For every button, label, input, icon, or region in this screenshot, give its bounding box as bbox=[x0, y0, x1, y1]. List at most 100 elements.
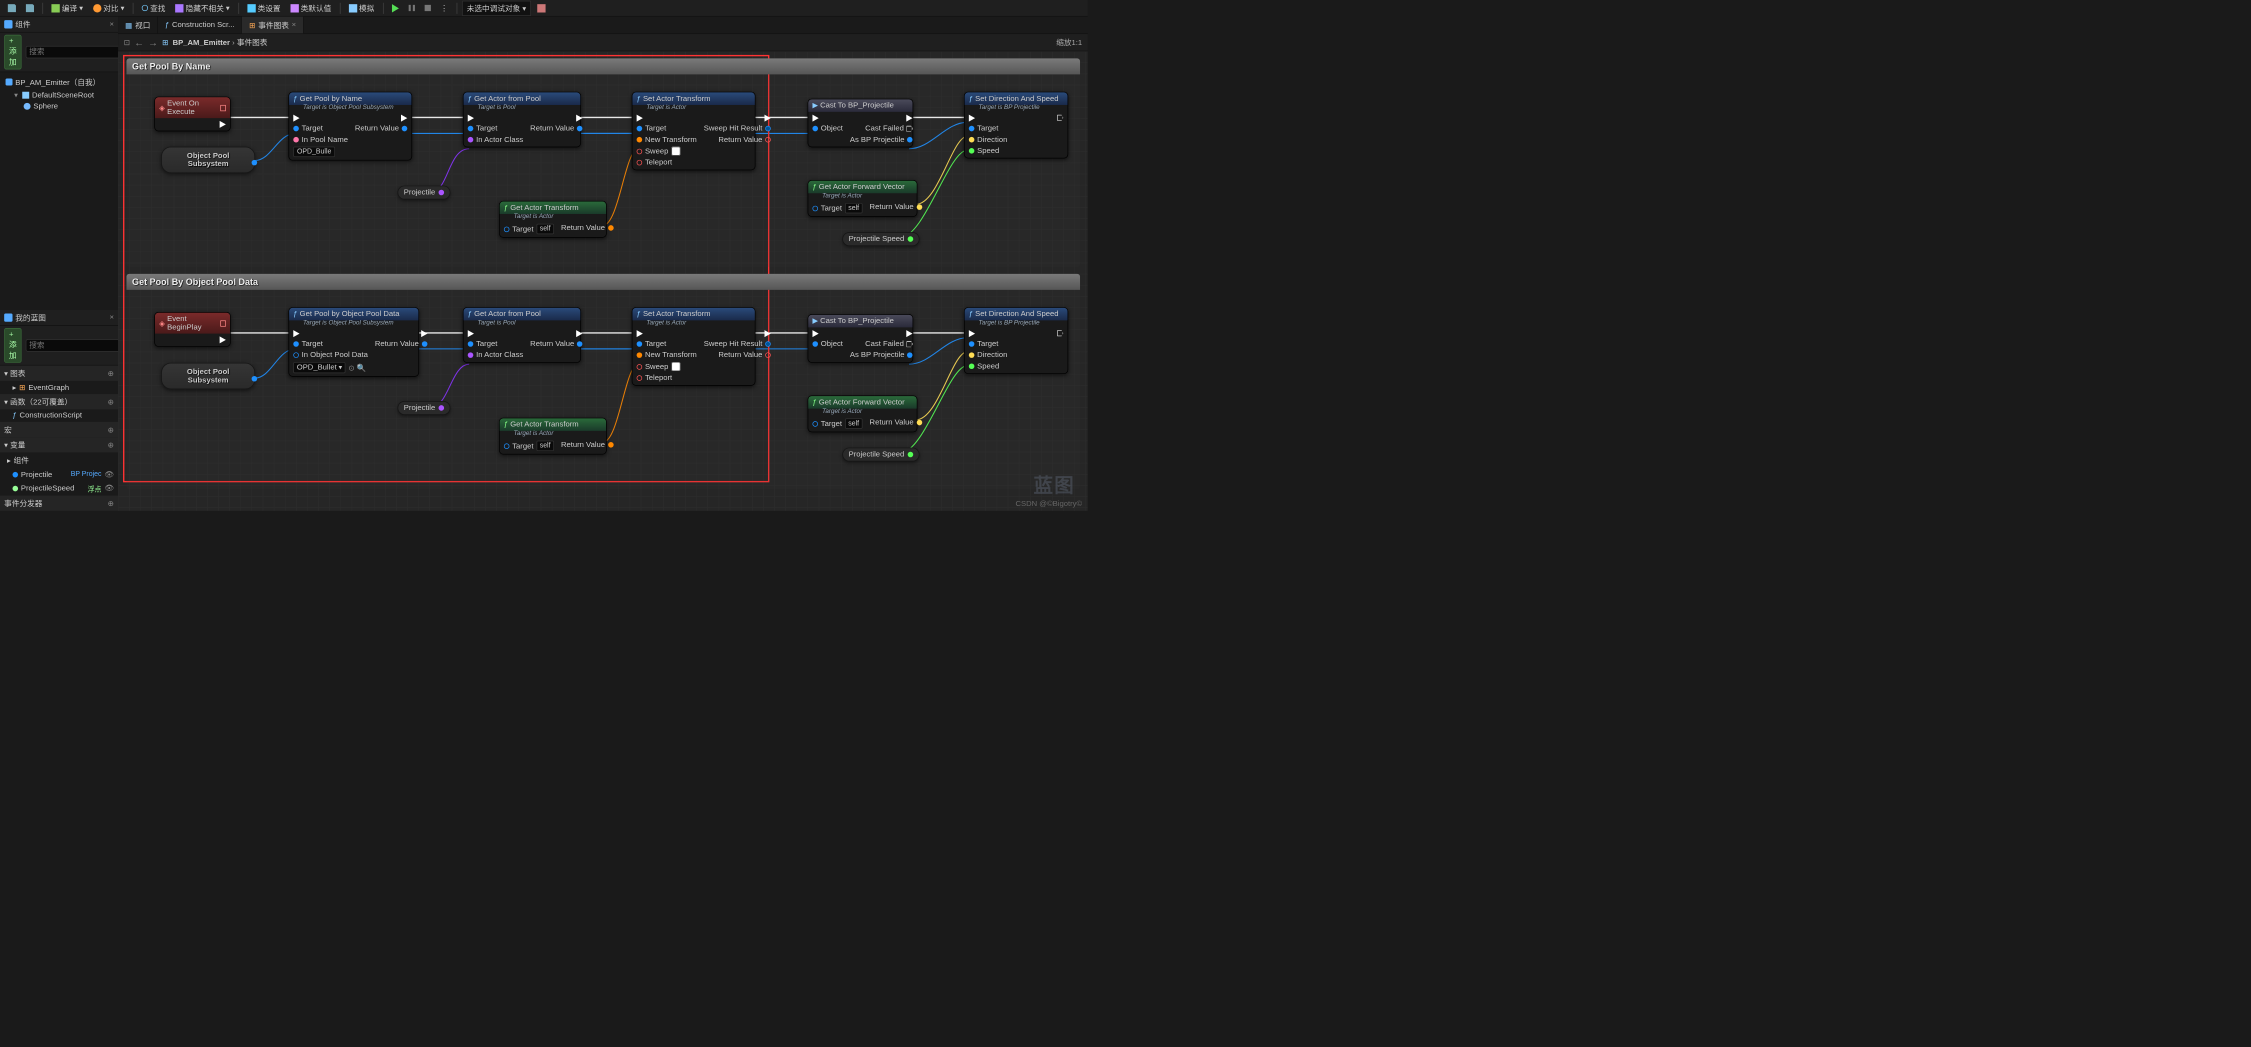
teleport-pin[interactable]: Teleport bbox=[637, 158, 697, 166]
output-pin[interactable] bbox=[439, 190, 445, 196]
exec-in-pin[interactable] bbox=[468, 330, 524, 337]
variable-projectilespeed[interactable]: ProjectileSpeed浮点👁 bbox=[0, 481, 118, 496]
eye-icon[interactable]: 👁 bbox=[104, 484, 114, 493]
compile-button[interactable]: 编译 ▾ bbox=[48, 1, 87, 15]
exec-out-pin[interactable] bbox=[220, 121, 226, 128]
comment-section-2[interactable]: Get Pool By Object Pool Data bbox=[126, 274, 1080, 489]
return-pin[interactable]: Return Value bbox=[870, 203, 922, 211]
class-settings-button[interactable]: 类设置 bbox=[244, 1, 284, 15]
exec-in-pin[interactable] bbox=[468, 115, 524, 122]
object-pin[interactable]: Object bbox=[812, 124, 842, 132]
node-get-forward-vector-2[interactable]: ƒGet Actor Forward VectorTarget is Actor… bbox=[808, 395, 918, 432]
node-projectile-speed-var-2[interactable]: Projectile Speed bbox=[842, 448, 919, 462]
variables-category[interactable]: ▾ 变量⊕ bbox=[0, 437, 118, 452]
node-projectile-var-2[interactable]: Projectile bbox=[398, 401, 451, 415]
direction-pin[interactable]: Direction bbox=[969, 351, 1008, 359]
tab-construction-script[interactable]: ƒConstruction Scr... bbox=[158, 17, 242, 34]
event-toggle[interactable] bbox=[220, 320, 226, 326]
actor-class-pin[interactable]: In Actor Class bbox=[468, 351, 524, 359]
mybp-search-input[interactable] bbox=[26, 339, 132, 352]
hide-unrelated-button[interactable]: 隐藏不相关 ▾ bbox=[172, 1, 234, 15]
target-pin[interactable]: Target bbox=[969, 340, 1008, 348]
focus-button[interactable]: ⊡ bbox=[124, 38, 130, 47]
exec-out-pin[interactable] bbox=[704, 115, 771, 122]
exec-in-pin[interactable] bbox=[637, 330, 697, 337]
exec-out-pin[interactable] bbox=[530, 115, 582, 122]
target-pin[interactable]: Target bbox=[293, 340, 368, 348]
exec-out-pin[interactable] bbox=[530, 330, 582, 337]
node-set-direction-speed-2[interactable]: ƒSet Direction And SpeedTarget is BP Pro… bbox=[964, 307, 1068, 374]
hit-result-pin[interactable]: Sweep Hit Result bbox=[704, 340, 771, 348]
pool-data-pin[interactable]: In Object Pool Data bbox=[293, 351, 368, 359]
new-transform-pin[interactable]: New Transform bbox=[637, 351, 697, 359]
exec-in-pin[interactable] bbox=[293, 330, 368, 337]
target-pin[interactable]: Targetself bbox=[812, 418, 862, 428]
breadcrumb[interactable]: BP_AM_Emitter › 事件图表 bbox=[173, 37, 268, 48]
target-pin[interactable]: Targetself bbox=[504, 224, 554, 234]
eye-icon[interactable]: 👁 bbox=[104, 470, 114, 479]
return-pin[interactable]: Return Value bbox=[561, 224, 613, 232]
constructionscript-item[interactable]: ƒ ConstructionScript bbox=[0, 409, 118, 422]
target-pin[interactable]: Target bbox=[637, 340, 697, 348]
actor-class-pin[interactable]: In Actor Class bbox=[468, 136, 524, 144]
root-component-item[interactable]: BP_AM_Emitter（自我） bbox=[3, 75, 116, 89]
return-pin[interactable]: Return Value bbox=[530, 340, 582, 348]
dispatchers-category[interactable]: 事件分发器⊕ bbox=[0, 496, 118, 511]
exec-out-pin[interactable] bbox=[1057, 115, 1063, 121]
components-search-input[interactable] bbox=[26, 46, 132, 59]
sweep-checkbox[interactable] bbox=[671, 147, 680, 156]
nav-fwd-button[interactable]: → bbox=[148, 37, 158, 48]
node-object-pool-subsystem[interactable]: Object PoolSubsystem bbox=[161, 147, 255, 174]
exec-out-pin[interactable] bbox=[1057, 330, 1063, 336]
functions-category[interactable]: ▾ 函数（22可覆盖）⊕ bbox=[0, 394, 118, 409]
node-get-pool-by-data[interactable]: ƒGet Pool by Object Pool DataTarget is O… bbox=[288, 307, 419, 377]
object-pin[interactable]: Object bbox=[812, 340, 842, 348]
exec-out-pin[interactable] bbox=[355, 115, 407, 122]
exec-in-pin[interactable] bbox=[293, 115, 348, 122]
debug-filter-button[interactable] bbox=[534, 2, 549, 13]
as-pin[interactable]: As BP Projectile bbox=[850, 136, 913, 144]
hit-result-pin[interactable]: Sweep Hit Result bbox=[704, 124, 771, 132]
add-variable-button[interactable]: ⊕ bbox=[108, 440, 114, 449]
add-macro-button[interactable]: ⊕ bbox=[108, 425, 114, 434]
target-pin[interactable]: Target bbox=[969, 124, 1008, 132]
find-button[interactable]: 查找 bbox=[138, 1, 169, 15]
direction-pin[interactable]: Direction bbox=[969, 136, 1008, 144]
node-set-direction-speed[interactable]: ƒSet Direction And SpeedTarget is BP Pro… bbox=[964, 92, 1068, 159]
diff-button[interactable]: 对比 ▾ bbox=[89, 1, 128, 15]
sweep-checkbox[interactable] bbox=[671, 362, 680, 371]
add-mybp-button[interactable]: + 添加 bbox=[4, 328, 21, 363]
node-object-pool-subsystem-2[interactable]: Object PoolSubsystem bbox=[161, 363, 255, 390]
close-tab-button[interactable]: × bbox=[292, 21, 296, 29]
teleport-pin[interactable]: Teleport bbox=[637, 374, 697, 382]
pool-name-pin[interactable]: In Pool Name bbox=[293, 136, 348, 144]
cast-failed-pin[interactable]: Cast Failed bbox=[850, 124, 913, 132]
pool-name-input[interactable] bbox=[293, 147, 335, 157]
exec-out-pin[interactable] bbox=[704, 330, 771, 337]
sweep-pin[interactable]: Sweep bbox=[637, 362, 697, 371]
add-graph-button[interactable]: ⊕ bbox=[108, 369, 114, 378]
stop-button[interactable] bbox=[421, 3, 434, 12]
step-button[interactable]: ⋮ bbox=[437, 2, 452, 14]
speed-pin[interactable]: Speed bbox=[969, 147, 1008, 155]
target-pin[interactable]: Target bbox=[637, 124, 697, 132]
node-projectile-var[interactable]: Projectile bbox=[398, 186, 451, 200]
exec-out-pin[interactable] bbox=[850, 330, 913, 337]
node-projectile-speed-var[interactable]: Projectile Speed bbox=[842, 232, 919, 246]
tab-viewport[interactable]: ▦视口 bbox=[118, 17, 158, 34]
tab-event-graph[interactable]: ⊞事件图表× bbox=[242, 17, 304, 34]
exec-in-pin[interactable] bbox=[637, 115, 697, 122]
speed-pin[interactable]: Speed bbox=[969, 362, 1008, 370]
pool-data-dropdown[interactable]: OPD_Bullet ▾ bbox=[293, 362, 345, 373]
output-pin[interactable] bbox=[439, 405, 445, 411]
scene-root-item[interactable]: ▾DefaultSceneRoot bbox=[3, 89, 116, 101]
debug-target-dropdown[interactable]: 未选中调试对象 ▾ bbox=[462, 0, 531, 15]
node-get-pool-by-name[interactable]: ƒGet Pool by NameTarget is Object Pool S… bbox=[288, 92, 412, 161]
sphere-component-item[interactable]: Sphere bbox=[3, 101, 116, 112]
return-pin[interactable]: Return Value bbox=[704, 351, 771, 359]
node-get-actor-from-pool-2[interactable]: ƒGet Actor from PoolTarget is PoolTarget… bbox=[463, 307, 581, 363]
exec-out-pin[interactable] bbox=[220, 336, 226, 343]
return-pin[interactable]: Return Value bbox=[355, 124, 407, 132]
nav-back-button[interactable]: ← bbox=[134, 37, 144, 48]
close-myblueprint-button[interactable]: × bbox=[110, 313, 114, 321]
